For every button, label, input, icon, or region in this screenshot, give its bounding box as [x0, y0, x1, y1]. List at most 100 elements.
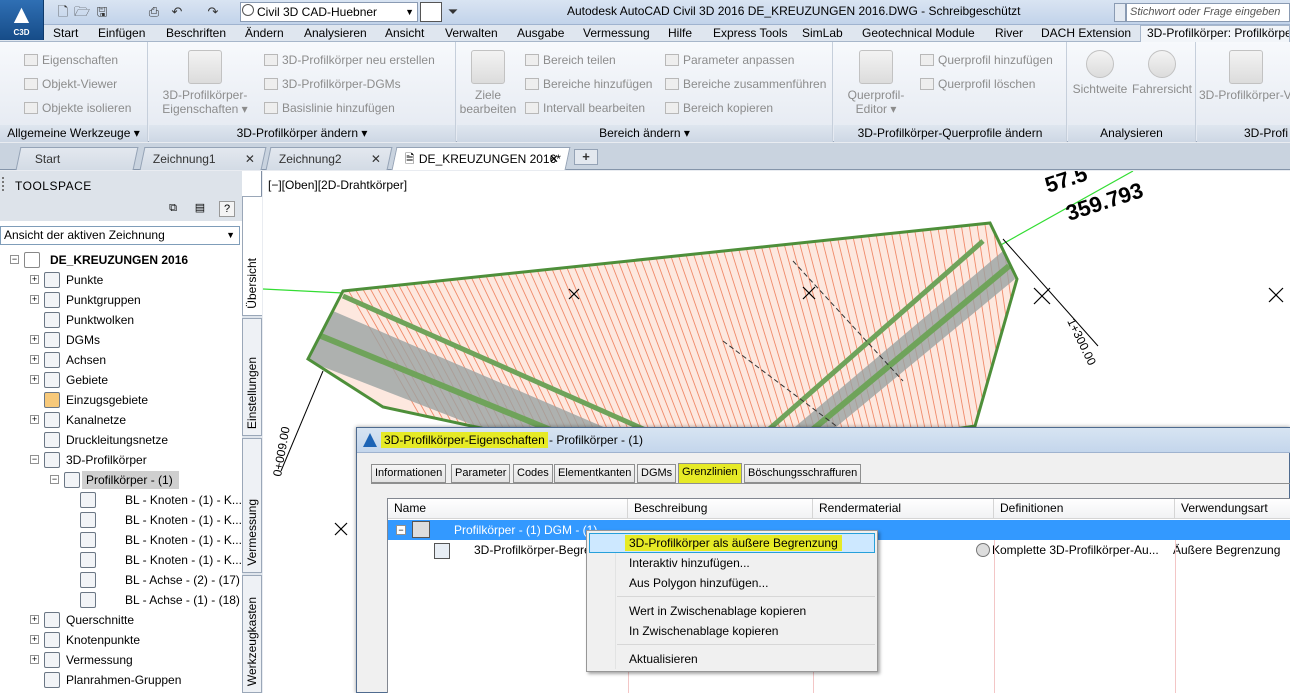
querprofil-loeschen-button[interactable]: Querprofil löschen: [920, 76, 1035, 92]
tab-corridor-context[interactable]: 3D-Profilkörper: Profilkörper - (1): [1140, 25, 1290, 42]
fahrersicht-button[interactable]: Fahrersicht: [1130, 50, 1194, 96]
tab-aendern[interactable]: Ändern: [245, 26, 284, 41]
search-toggle[interactable]: [1114, 3, 1126, 22]
objekte-isolieren-button[interactable]: Objekte isolieren: [24, 100, 131, 116]
tab-simlab[interactable]: SimLab: [802, 26, 843, 41]
tab-start[interactable]: Start: [53, 26, 78, 41]
tab-hilfe[interactable]: Hilfe: [668, 26, 692, 41]
close-icon[interactable]: ✕: [549, 148, 559, 170]
tab-beschriften[interactable]: Beschriften: [166, 26, 226, 41]
tab-vermessung[interactable]: Vermessung: [583, 26, 650, 41]
new-file-icon[interactable]: 🗋: [54, 3, 72, 21]
help-icon[interactable]: ?: [219, 201, 235, 217]
profilkoerper-view-button[interactable]: 3D-Profilkörper-V: [1199, 50, 1290, 102]
tab-dach-extension[interactable]: DACH Extension: [1041, 26, 1131, 41]
print-icon[interactable]: ⎙: [145, 3, 163, 21]
collapse-icon[interactable]: −: [396, 525, 406, 535]
doc-tab-zeichnung2[interactable]: Zeichnung2 ✕: [265, 147, 393, 170]
save-icon[interactable]: 🖫: [93, 3, 111, 21]
menu-item-refresh[interactable]: Aktualisieren: [629, 651, 698, 667]
tab-elementkanten[interactable]: Elementkanten: [554, 464, 636, 483]
menu-item-copy-clipboard[interactable]: In Zwischenablage kopieren: [629, 623, 778, 639]
vtab-werkzeugkasten[interactable]: Werkzeugkasten: [242, 575, 262, 693]
bereiche-hinzufuegen-button[interactable]: Bereiche hinzufügen: [525, 76, 652, 92]
viewport-toggle-button[interactable]: [420, 2, 442, 22]
doc-tab-zeichnung1[interactable]: Zeichnung1 ✕: [139, 147, 267, 170]
bereich-teilen-button[interactable]: Bereich teilen: [525, 52, 616, 68]
intervall-bearbeiten-button[interactable]: Intervall bearbeiten: [525, 100, 645, 116]
querprofil-editor-button[interactable]: Querprofil- Editor ▾: [838, 50, 914, 116]
menu-item-add-from-polygon[interactable]: Aus Polygon hinzufügen...: [629, 575, 768, 591]
vtab-einstellungen[interactable]: Einstellungen: [242, 318, 262, 436]
tab-boeschungsschraffuren[interactable]: Böschungsschraffuren: [744, 464, 862, 483]
prospector-options-icon[interactable]: ⧉: [165, 201, 181, 217]
tab-analysieren[interactable]: Analysieren: [304, 26, 367, 41]
doc-tab-de-kreuzungen[interactable]: 🗎 DE_KREUZUNGEN 2016* ✕: [391, 147, 571, 170]
tab-dgms[interactable]: DGMs: [637, 464, 677, 483]
tab-parameter[interactable]: Parameter: [451, 464, 511, 483]
row-boundary-name[interactable]: 3D-Profilkörper-Begre: [474, 541, 591, 559]
col-beschreibung[interactable]: Beschreibung: [628, 499, 813, 519]
tab-express-tools[interactable]: Express Tools: [713, 26, 787, 41]
close-icon[interactable]: ✕: [371, 148, 381, 170]
app-window: Stichwort oder Frage eingeben ▲ C3D 🗋 🗁 …: [0, 0, 1290, 693]
tab-grenzlinien[interactable]: Grenzlinien: [678, 463, 742, 484]
quick-access-more-icon[interactable]: ⏷: [444, 3, 462, 21]
tab-geotechnical[interactable]: Geotechnical Module: [862, 26, 975, 41]
dialog-title-bar[interactable]: 3D-Profilkörper-Eigenschaften - Profilkö…: [357, 428, 1290, 453]
ziele-bearbeiten-button[interactable]: Ziele bearbeiten: [459, 50, 517, 116]
expand-icon: +: [30, 334, 39, 344]
parameter-anpassen-button[interactable]: Parameter anpassen: [665, 52, 794, 68]
panel-title[interactable]: Allgemeine Werkzeuge ▾: [0, 125, 147, 142]
close-icon[interactable]: ✕: [245, 148, 255, 170]
vtab-uebersicht[interactable]: Übersicht: [242, 196, 262, 316]
row-surface-name: Profilkörper - (1) DGM - (1): [454, 523, 598, 537]
menu-item-add-interactive[interactable]: Interaktiv hinzufügen...: [629, 555, 750, 571]
chevron-down-icon: ▼: [405, 7, 414, 17]
definition-pick-icon[interactable]: [976, 543, 990, 557]
drag-handle[interactable]: [2, 177, 10, 191]
col-verwendungsart[interactable]: Verwendungsart: [1175, 499, 1290, 519]
menu-item-copy-value[interactable]: Wert in Zwischenablage kopieren: [629, 603, 806, 619]
menu-item-outer-boundary[interactable]: 3D-Profilkörper als äußere Begrenzung: [625, 535, 842, 551]
view-select[interactable]: Ansicht der aktiven Zeichnung ▼: [0, 226, 240, 245]
sichtweite-button[interactable]: Sichtweite: [1070, 50, 1130, 96]
tab-verwalten[interactable]: Verwalten: [445, 26, 498, 41]
profilkoerper-eigenschaften-button[interactable]: 3D-Profilkörper- Eigenschaften ▾: [155, 50, 255, 116]
application-menu-button[interactable]: ▲ C3D: [0, 0, 44, 40]
panel-bereich-aendern: Ziele bearbeiten Bereich teilen Bereiche …: [457, 42, 833, 142]
profilkoerper-dgms-button[interactable]: 3D-Profilkörper-DGMs: [264, 76, 401, 92]
col-definitionen[interactable]: Definitionen: [994, 499, 1175, 519]
neu-erstellen-button[interactable]: 3D-Profilkörper neu erstellen: [264, 52, 435, 68]
workspace-select[interactable]: Civil 3D CAD-Huebner ▼: [240, 2, 418, 22]
menu-separator: [617, 644, 875, 645]
bereiche-zusammenfuehren-button[interactable]: Bereiche zusammenführen: [665, 76, 826, 92]
tab-einfuegen[interactable]: Einfügen: [98, 26, 145, 41]
tab-river[interactable]: River: [995, 26, 1023, 41]
collapse-icon[interactable]: −: [10, 255, 19, 264]
objekt-viewer-button[interactable]: Objekt-Viewer: [24, 76, 117, 92]
tab-ausgabe[interactable]: Ausgabe: [517, 26, 564, 41]
tab-codes[interactable]: Codes: [513, 464, 553, 483]
undo-icon[interactable]: ↶: [168, 3, 186, 21]
panel-title[interactable]: Bereich ändern ▾: [457, 125, 832, 142]
col-name[interactable]: Name: [388, 499, 628, 519]
tree-item-corridor[interactable]: − Profilkörper - (1): [50, 471, 240, 491]
eigenschaften-button[interactable]: Eigenschaften: [24, 52, 118, 68]
open-folder-icon[interactable]: 🗁: [73, 3, 91, 21]
col-rendermaterial[interactable]: Rendermaterial: [813, 499, 994, 519]
tab-informationen[interactable]: Informationen: [371, 464, 447, 483]
item-view-icon[interactable]: ▤: [192, 201, 208, 217]
new-tab-button[interactable]: +: [574, 149, 598, 165]
panel-title[interactable]: 3D-Profilkörper ändern ▾: [149, 125, 455, 142]
querprofil-hinzufuegen-button[interactable]: Querprofil hinzufügen: [920, 52, 1053, 68]
tab-ansicht[interactable]: Ansicht: [385, 26, 424, 41]
bereich-kopieren-button[interactable]: Bereich kopieren: [665, 100, 773, 116]
row-boundary-usage[interactable]: Äußere Begrenzung: [1173, 541, 1280, 559]
vtab-vermessung[interactable]: Vermessung: [242, 438, 262, 573]
viewport-controls[interactable]: [−][Oben][2D-Drahtkörper]: [268, 178, 407, 192]
doc-tab-start[interactable]: Start: [15, 147, 139, 170]
search-input[interactable]: Stichwort oder Frage eingeben: [1126, 3, 1290, 22]
redo-icon[interactable]: ↷: [204, 3, 222, 21]
basislinie-hinzufuegen-button[interactable]: Basislinie hinzufügen: [264, 100, 395, 116]
